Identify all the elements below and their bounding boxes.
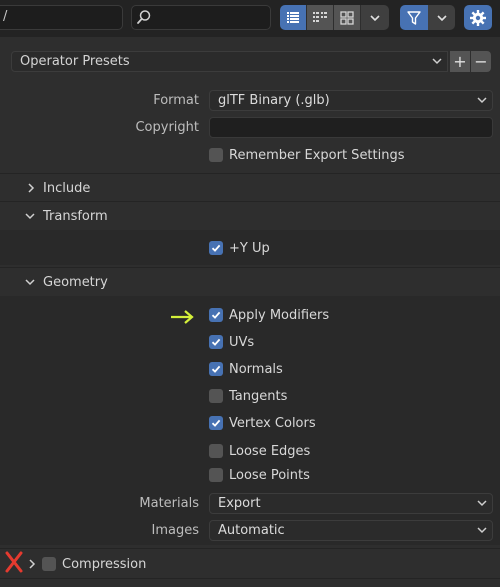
compression-checkbox[interactable]: [42, 557, 56, 571]
remember-export-settings-checkbox[interactable]: Remember Export Settings: [209, 145, 405, 165]
compression-label: Compression: [62, 556, 147, 572]
loose-points-checkbox[interactable]: Loose Points: [209, 465, 310, 485]
chevron-down-icon: [477, 527, 487, 534]
vertex-colors-label: Vertex Colors: [229, 415, 316, 431]
copyright-label: Copyright: [135, 120, 199, 135]
settings-button[interactable]: [464, 5, 492, 30]
images-label: Images: [151, 523, 200, 538]
search-input[interactable]: [154, 8, 264, 27]
chevron-down-icon: [477, 500, 487, 507]
apply-modifiers-checkbox[interactable]: Apply Modifiers: [209, 305, 329, 325]
chevron-right-icon: [28, 183, 35, 193]
chevron-down-icon: [432, 58, 442, 65]
checkbox-unchecked-icon: [209, 389, 223, 403]
operator-presets-dropdown[interactable]: Operator Presets: [11, 51, 448, 72]
filter-icon: [407, 10, 421, 25]
divider: [0, 173, 500, 174]
chevron-down-icon: [25, 279, 35, 286]
path-field[interactable]: /: [0, 5, 123, 30]
add-preset-button[interactable]: +: [450, 51, 470, 72]
format-dropdown[interactable]: glTF Binary (.glb): [209, 90, 493, 111]
filter-toggle-button[interactable]: [400, 5, 428, 30]
materials-label: Materials: [139, 496, 199, 511]
uvs-label: UVs: [229, 334, 255, 350]
chevron-down-icon: [477, 97, 487, 104]
chevron-down-icon: [436, 14, 447, 21]
materials-dropdown[interactable]: Export: [209, 493, 493, 514]
filter-group: [400, 5, 455, 30]
search-icon: [136, 9, 152, 29]
y-up-checkbox[interactable]: +Y Up: [209, 238, 270, 258]
chevron-down-icon: [370, 14, 380, 21]
transform-panel-header[interactable]: Transform: [25, 205, 108, 227]
divider: [0, 267, 500, 268]
format-label: Format: [153, 93, 199, 108]
display-mode-dropdown[interactable]: [361, 5, 389, 30]
arrow-annotation-icon: [171, 310, 194, 324]
divider: [0, 201, 500, 202]
loose-edges-checkbox[interactable]: Loose Edges: [209, 441, 310, 461]
images-dropdown[interactable]: Automatic: [209, 520, 493, 541]
divider: [0, 578, 500, 579]
normals-label: Normals: [229, 361, 283, 377]
checkbox-unchecked-icon: [209, 148, 223, 162]
thumbnails-icon: [340, 10, 354, 25]
gear-icon: [470, 9, 486, 26]
checkbox-unchecked-icon: [209, 444, 223, 458]
thumbnails-button[interactable]: [334, 5, 361, 30]
images-value: Automatic: [218, 523, 285, 538]
compression-panel-header[interactable]: Compression: [28, 553, 146, 575]
vertical-list-button[interactable]: [280, 5, 307, 30]
transform-label: Transform: [43, 208, 108, 224]
checkbox-checked-icon: [209, 308, 223, 322]
checkbox-checked-icon: [209, 362, 223, 376]
path-value: /: [3, 9, 8, 24]
display-mode-group: [280, 5, 389, 30]
geometry-label: Geometry: [43, 274, 108, 290]
include-panel-header[interactable]: Include: [27, 177, 90, 199]
horizontal-list-icon: [313, 11, 327, 22]
normals-checkbox[interactable]: Normals: [209, 359, 283, 379]
uvs-checkbox[interactable]: UVs: [209, 332, 254, 352]
materials-value: Export: [218, 496, 261, 511]
chevron-right-icon: [29, 559, 36, 569]
divider: [0, 548, 500, 549]
vertical-list-icon: [287, 11, 299, 23]
horizontal-list-button[interactable]: [307, 5, 334, 30]
loose-edges-label: Loose Edges: [229, 443, 311, 459]
remove-preset-button[interactable]: −: [471, 51, 491, 72]
search-field[interactable]: [131, 5, 271, 30]
vertex-colors-checkbox[interactable]: Vertex Colors: [209, 413, 316, 433]
filter-dropdown[interactable]: [428, 5, 455, 30]
checkbox-checked-icon: [209, 241, 223, 255]
format-value: glTF Binary (.glb): [218, 93, 330, 108]
loose-points-label: Loose Points: [229, 467, 310, 483]
checkbox-unchecked-icon: [209, 468, 223, 482]
operator-presets-label: Operator Presets: [20, 54, 130, 69]
tangents-checkbox[interactable]: Tangents: [209, 386, 287, 406]
checkbox-checked-icon: [209, 335, 223, 349]
tangents-label: Tangents: [229, 388, 288, 404]
x-mark-annotation-icon: [5, 551, 23, 573]
apply-modifiers-label: Apply Modifiers: [229, 307, 330, 323]
y-up-label: +Y Up: [229, 240, 270, 256]
geometry-panel-header[interactable]: Geometry: [25, 271, 108, 293]
chevron-down-icon: [25, 213, 35, 220]
copyright-input[interactable]: [209, 117, 493, 138]
checkbox-checked-icon: [209, 416, 223, 430]
remember-export-settings-label: Remember Export Settings: [229, 147, 405, 163]
include-label: Include: [43, 180, 91, 196]
